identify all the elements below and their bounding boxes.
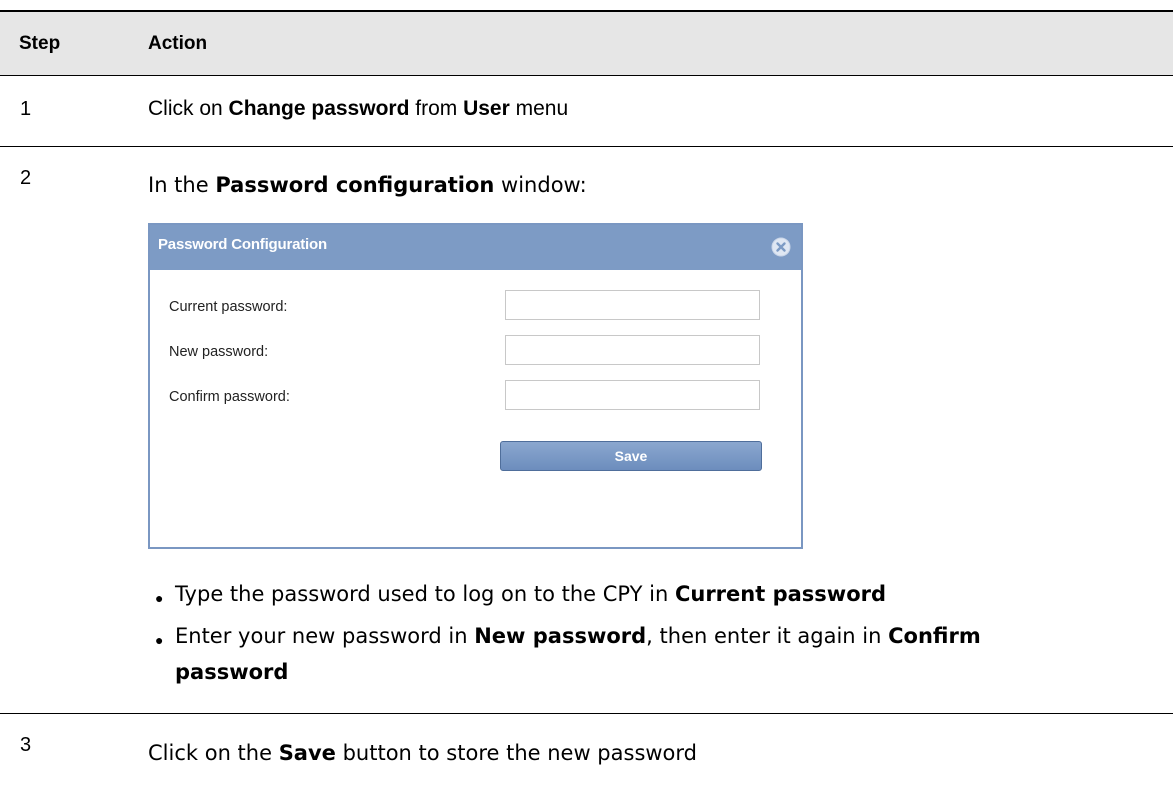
bold-run: User	[463, 97, 510, 120]
bold-run: Current password	[674, 582, 887, 606]
new-password-label: New password:	[169, 344, 269, 360]
text-run: menu	[509, 97, 569, 120]
text-run: , then enter it again in	[646, 624, 889, 648]
step-number: 1	[20, 98, 32, 120]
new-password-field[interactable]	[505, 335, 760, 365]
save-button[interactable]: Save	[500, 441, 762, 471]
bullet-icon: ●	[155, 590, 164, 606]
current-password-label: Current password:	[169, 299, 288, 315]
bold-run: password	[175, 660, 289, 684]
text-run: Click on the	[148, 741, 279, 765]
text-run: In the	[148, 173, 216, 197]
bullet-text-continuation: password	[175, 660, 288, 684]
close-circle-icon[interactable]	[770, 236, 792, 258]
confirm-password-field[interactable]	[505, 380, 760, 410]
text-run: Click on	[148, 97, 229, 120]
step-text: Click on the Save button to store the ne…	[148, 741, 697, 765]
header-action: Action	[148, 33, 208, 54]
current-password-field[interactable]	[505, 290, 760, 320]
row-divider	[0, 146, 1173, 147]
text-run: from	[409, 97, 464, 120]
password-configuration-dialog: Password Configuration Current password:…	[148, 223, 803, 549]
text-run: window:	[494, 173, 587, 197]
step-text: In the Password configuration window:	[148, 173, 587, 197]
dialog-title-bar: Password Configuration	[150, 225, 801, 270]
bold-run: Change password	[228, 97, 410, 120]
step-text: Click on Change password from User menu	[148, 97, 568, 121]
step-number: 2	[20, 167, 32, 189]
bold-run: Password configuration	[215, 173, 495, 197]
bullet-text: Enter your new password in New password,…	[175, 624, 981, 648]
bold-run: Confirm	[888, 624, 981, 648]
row-divider	[0, 713, 1173, 714]
bullet-text: Type the password used to log on to the …	[175, 582, 886, 606]
bullet-icon: ●	[155, 632, 164, 648]
header-step: Step	[19, 33, 61, 54]
step-number: 3	[20, 734, 32, 756]
table-header: Step Action	[0, 12, 1173, 76]
bold-run: New password	[474, 624, 647, 648]
confirm-password-label: Confirm password:	[169, 389, 290, 405]
dialog-title: Password Configuration	[158, 236, 327, 253]
text-run: Type the password used to log on to the …	[175, 582, 675, 606]
text-run: Enter your new password in	[175, 624, 475, 648]
bold-run: Save	[278, 741, 336, 765]
text-run: button to store the new password	[335, 741, 698, 765]
